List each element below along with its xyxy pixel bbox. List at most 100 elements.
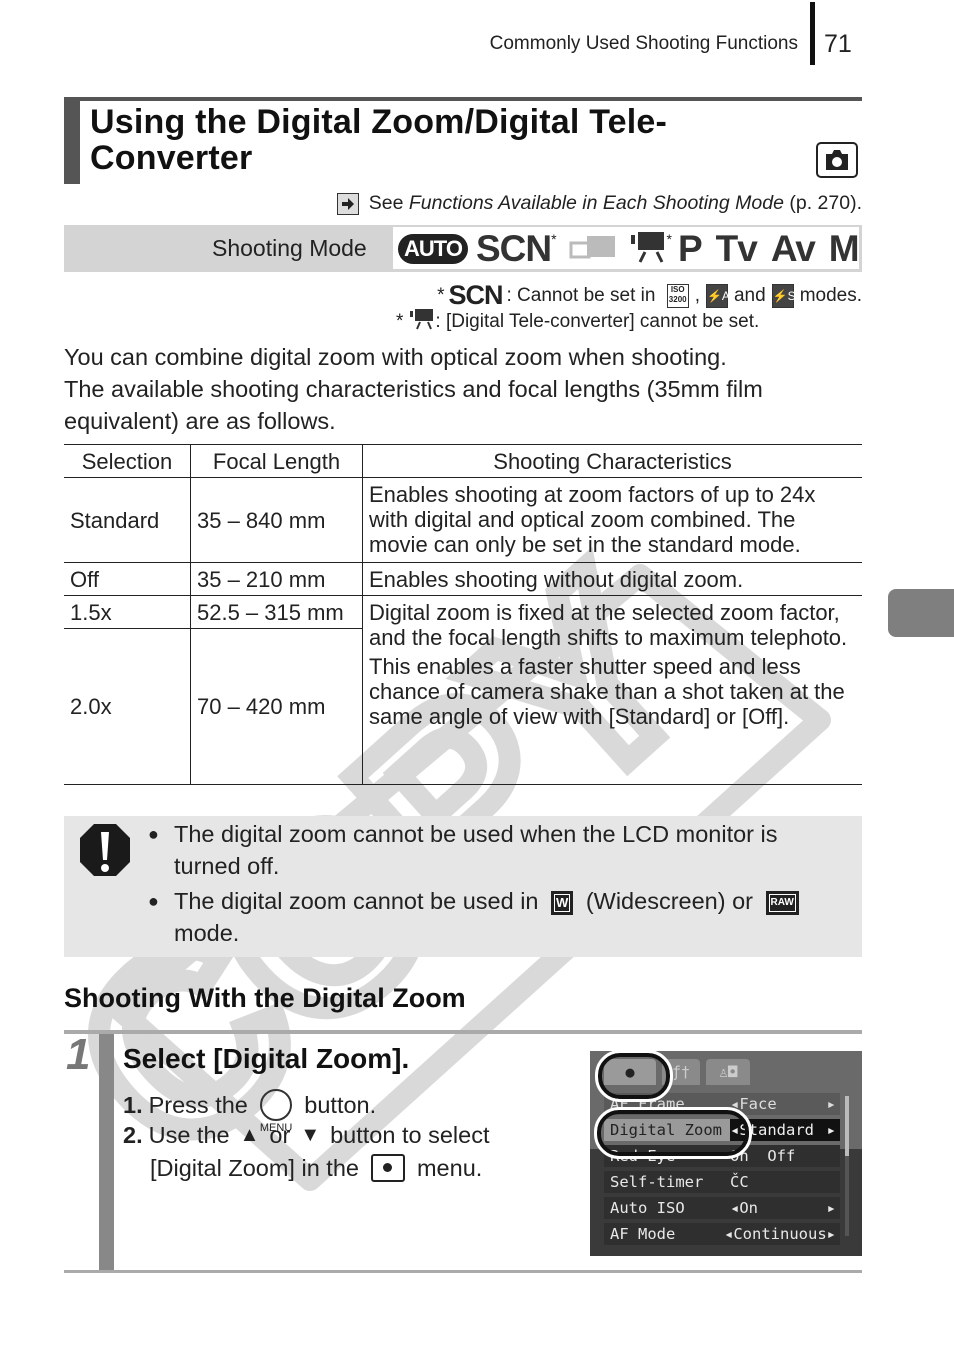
focal-length-table: Selection Focal Length Shooting Characte… <box>64 444 862 785</box>
caution-text-part: The digital zoom cannot be used in <box>174 888 539 914</box>
footnote-text: : Cannot be set in <box>506 284 661 306</box>
column-header: Shooting Characteristics <box>362 444 862 478</box>
instruction-text: Use the <box>148 1122 230 1148</box>
table-header-row: Selection Focal Length Shooting Characte… <box>64 444 862 478</box>
movie-mode-icon <box>629 230 667 269</box>
menu-key: AF Mode <box>610 1225 676 1243</box>
bullet-icon: ● <box>148 891 159 911</box>
highlight-ring-tab <box>595 1050 673 1102</box>
instruction-text: menu. <box>416 1154 483 1181</box>
intro-line-1: You can combine digital zoom with optica… <box>64 344 727 370</box>
movie-icon <box>409 307 435 337</box>
mode-icons: AUTO SCN * * P Tv Av M <box>398 228 860 269</box>
see-also-line: See Functions Available in Each Shooting… <box>336 192 862 215</box>
tab-my-menu[interactable]: ♙◘ <box>706 1059 750 1085</box>
menu-value: On <box>739 1199 759 1217</box>
instruction-text: or <box>269 1122 291 1148</box>
menu-row[interactable]: Self-timer ČC <box>604 1171 840 1193</box>
widescreen-icon: W <box>551 890 574 915</box>
cell-characteristics: Enables shooting at zoom factors of up t… <box>362 477 862 563</box>
intro-line-2: The available shooting characteristics a… <box>64 376 763 434</box>
footnote-star: * <box>551 231 557 247</box>
p-mode-icon: P <box>677 228 703 269</box>
cell-selection: 2.0x <box>64 628 191 785</box>
header-divider <box>810 2 815 65</box>
see-reference[interactable]: Functions Available in Each Shooting Mod… <box>409 192 784 215</box>
bullet-icon: ● <box>148 824 159 844</box>
caution-item: ● The digital zoom cannot be used when t… <box>148 818 848 882</box>
cell-selection: 1.5x <box>64 595 191 629</box>
footnote-star: * <box>396 311 404 332</box>
instruction-text: button. <box>304 1092 377 1118</box>
step-number: 1 <box>66 1030 91 1079</box>
caution-text-part: (Widescreen) or <box>585 888 753 914</box>
section-title: Shooting With the Digital Zoom <box>64 983 466 1013</box>
column-header: Selection <box>64 444 191 478</box>
instruction-text: button to select <box>330 1122 490 1148</box>
cell-focal-length: 35 – 840 mm <box>190 477 363 563</box>
auto-mode-icon: AUTO <box>398 234 468 264</box>
step-rule-bottom <box>64 1270 862 1273</box>
tv-mode-icon: Tv <box>715 228 758 269</box>
shooting-menu-icon <box>370 1154 405 1182</box>
up-arrow-icon: ▲ <box>239 1124 260 1146</box>
menu-row[interactable]: Auto ISO Shift ◂On ▸ <box>604 1197 840 1239</box>
title-bar <box>64 97 80 184</box>
menu-scrollbar[interactable] <box>845 1096 849 1236</box>
intro-paragraph: You can combine digital zoom with optica… <box>64 341 864 437</box>
separator: , <box>694 284 700 306</box>
page-number: 71 <box>824 30 852 58</box>
menu-key: Self-timer <box>610 1173 704 1191</box>
column-header: Focal Length <box>190 444 363 478</box>
stitch-assist-icon <box>569 233 619 266</box>
step-instruction-2-cont: [Digital Zoom] in the menu. <box>150 1154 482 1182</box>
caution-item: ● The digital zoom cannot be used in W (… <box>148 885 848 949</box>
cell-focal-length: 35 – 210 mm <box>190 562 363 596</box>
see-prefix: See <box>368 192 409 214</box>
caution-text-part: mode. <box>174 920 240 946</box>
chapter-thumb-tab <box>888 589 954 637</box>
right-arrow-icon: ▸ <box>826 1121 836 1139</box>
footnote-text: : [Digital Tele-converter] cannot be set… <box>435 311 760 332</box>
step-instruction-2: 2. Use the ▲ or ▼ button to select <box>123 1122 490 1149</box>
see-suffix: (p. 270). <box>783 192 862 214</box>
footnote-text: modes. <box>799 284 862 306</box>
footnote-star: * <box>437 284 445 306</box>
caution-list: ● The digital zoom cannot be used when t… <box>148 818 848 952</box>
step-title: Select [Digital Zoom]. <box>123 1043 410 1074</box>
cell-selection: Standard <box>64 477 191 563</box>
instruction-number: 2. <box>123 1122 143 1148</box>
title-rule <box>64 97 862 101</box>
instruction-text: [Digital Zoom] in the <box>150 1154 359 1181</box>
iso-3200-icon: ISO 3200 <box>666 283 689 308</box>
menu-value: Continuous <box>733 1225 827 1243</box>
left-arrow-icon: ◂ <box>730 1199 740 1217</box>
table-row: Standard 35 – 840 mm Enables shooting at… <box>64 477 862 563</box>
footnote-and: and <box>733 284 766 306</box>
cell-characteristics: Enables shooting without digital zoom. <box>362 562 862 596</box>
step-rule-top <box>64 1030 862 1034</box>
instruction-number: 1. <box>123 1092 143 1118</box>
caution-text: The digital zoom cannot be used when the… <box>174 821 778 879</box>
table-row: 1.5x 52.5 – 315 mm Digital zoom is fixed… <box>64 595 862 785</box>
cell-focal-length: 52.5 – 315 mm <box>190 595 363 629</box>
footnote-star: * <box>666 231 672 247</box>
left-arrow-icon: ◂ <box>723 1225 734 1243</box>
title-line-2: Converter <box>90 139 253 177</box>
running-head: Commonly Used Shooting Functions <box>489 33 798 54</box>
scn-mode-icon: SCN <box>475 228 552 269</box>
slow-shutter-icon: ⚡S <box>771 283 796 308</box>
raw-icon: RAW <box>765 890 799 915</box>
right-arrow-icon: ▸ <box>826 1199 836 1217</box>
shooting-mode-label: Shooting Mode <box>212 235 367 261</box>
caution-text: The digital zoom cannot be used in W (Wi… <box>174 885 805 949</box>
title-line-1: Using the Digital Zoom/Digital Tele- <box>90 103 668 141</box>
step-bar <box>99 1034 114 1270</box>
characteristics-p1: Digital zoom is fixed at the selected zo… <box>369 600 848 650</box>
menu-row[interactable]: AF Mode ◂Continuous ▸ <box>604 1223 840 1245</box>
cell-selection: Off <box>64 562 191 596</box>
table-row: Off 35 – 210 mm Enables shooting without… <box>64 562 862 596</box>
right-arrow-icon: ▸ <box>826 1225 836 1243</box>
menu-key: Auto ISO Shift <box>610 1199 685 1239</box>
camera-icon <box>816 142 858 178</box>
